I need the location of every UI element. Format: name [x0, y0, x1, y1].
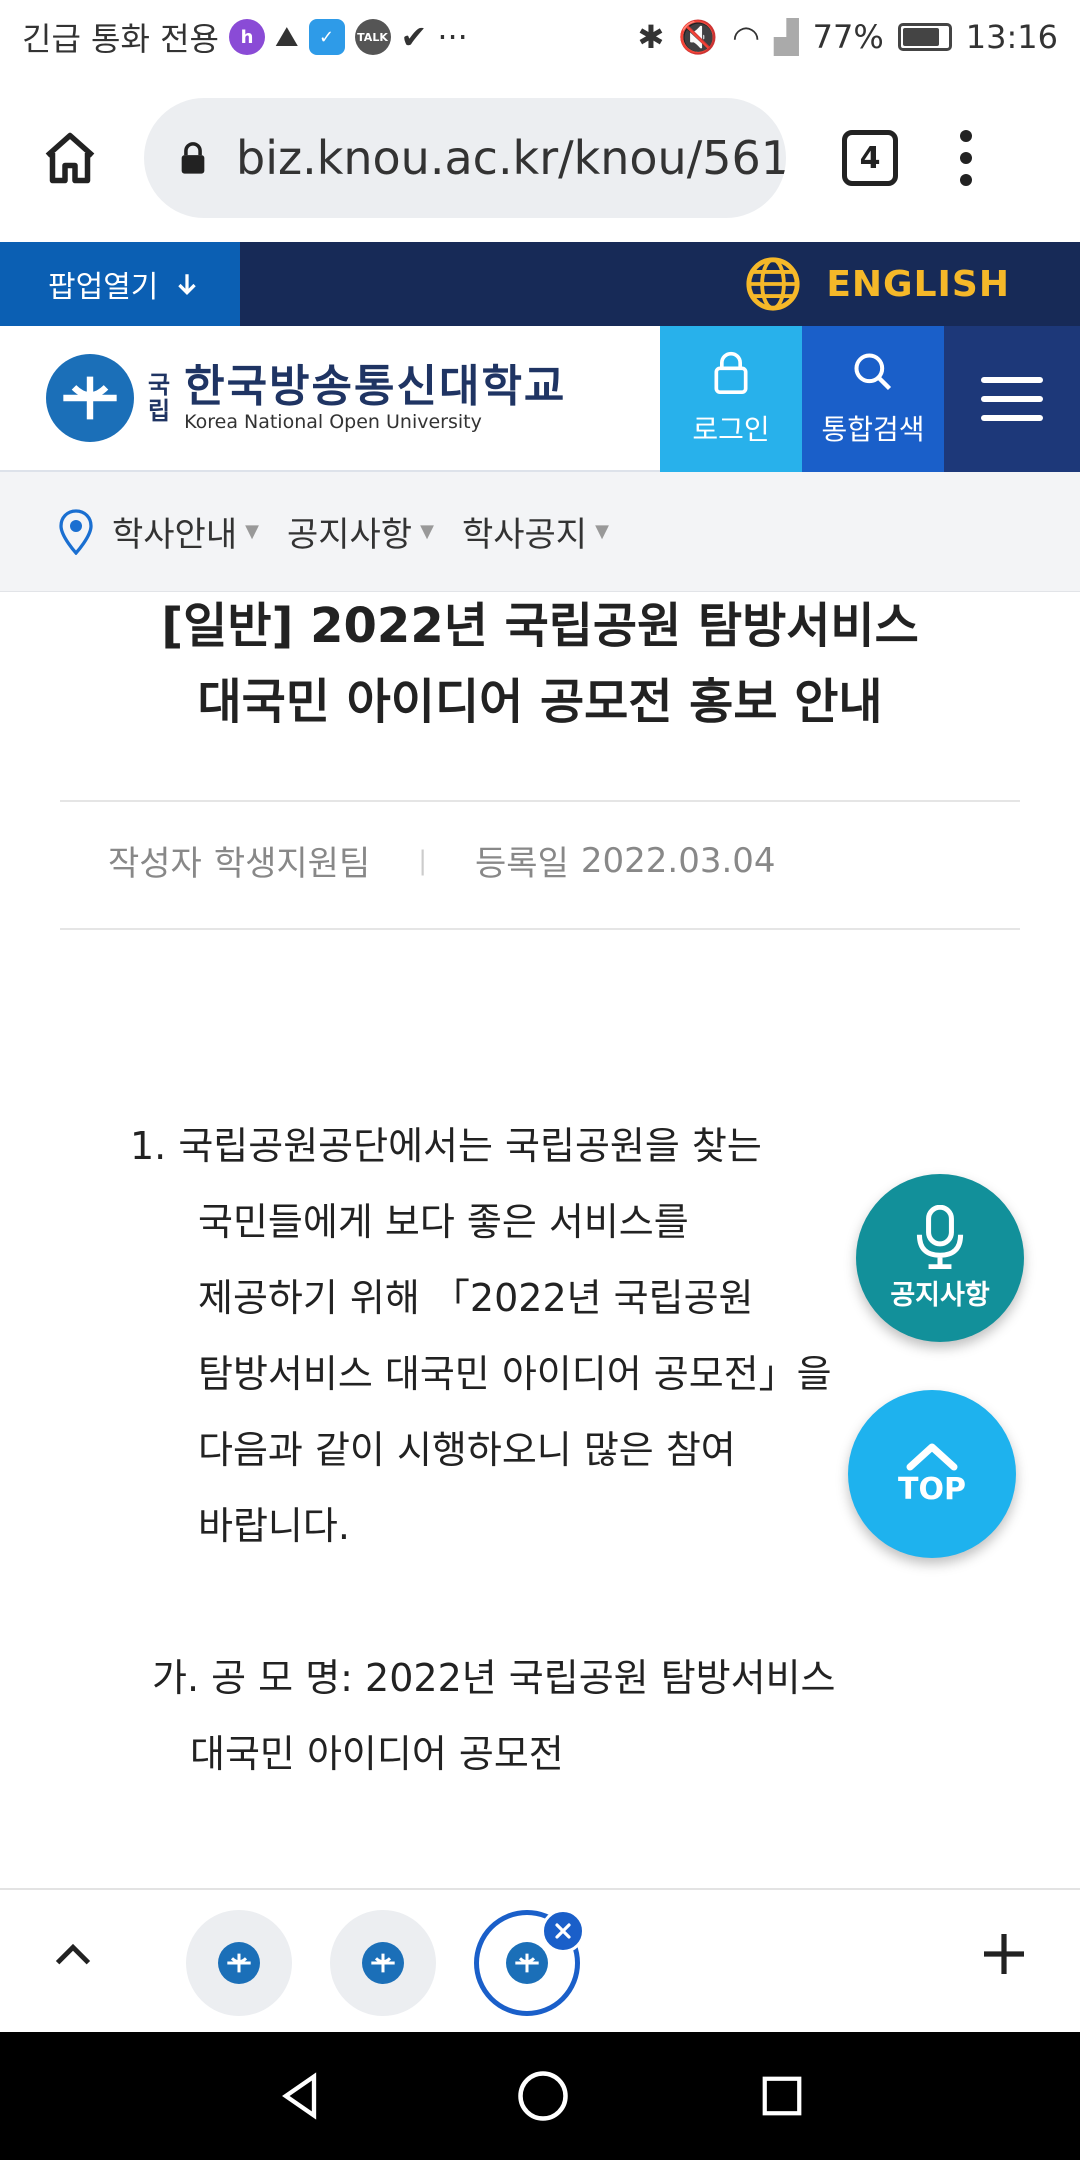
breadcrumb-item-2[interactable]: 공지사항 ▼ [287, 507, 434, 556]
bluetooth-icon: ✱ [637, 18, 665, 56]
university-logo[interactable]: 국 립 한국방송통신대학교 Korea National Open Univer… [0, 326, 660, 470]
logo-name-ko: 한국방송통신대학교 [184, 361, 567, 412]
date: 2022.03.04 [580, 840, 776, 881]
chevron-down-icon: ▼ [245, 521, 259, 542]
battery-percent: 77% [812, 18, 884, 56]
browser-tab[interactable] [186, 1910, 292, 2016]
home-nav-icon[interactable] [516, 2069, 570, 2123]
check-icon: ✔ [400, 18, 428, 56]
lock-icon [714, 351, 748, 394]
menu-button[interactable] [944, 326, 1080, 472]
hamburger-icon [981, 377, 1043, 421]
site-favicon-icon [362, 1942, 404, 1984]
login-button[interactable]: 로그인 [660, 326, 802, 472]
talk-icon: TALK [354, 19, 391, 55]
search-icon [854, 353, 892, 391]
breadcrumb: 학사안내 ▼ 공지사항 ▼ 학사공지 ▼ [0, 472, 1080, 592]
mute-icon: 🔇 [678, 18, 719, 56]
close-icon[interactable] [541, 1909, 585, 1953]
site-top-strip: 팝업열기 ENGLISH [0, 242, 1080, 326]
chevron-down-icon: ▼ [420, 521, 434, 542]
browser-menu-icon[interactable] [960, 130, 972, 186]
system-nav-bar [0, 2032, 1080, 2160]
location-pin-icon [59, 508, 93, 555]
browser-tab-strip [0, 1888, 1080, 2032]
popup-open-button[interactable]: 팝업열기 [0, 242, 240, 326]
search-label: 통합검색 [821, 413, 925, 446]
notice-fab-button[interactable]: 공지사항 [856, 1174, 1024, 1342]
english-link[interactable]: ENGLISH [744, 255, 1010, 313]
home-icon[interactable] [30, 118, 110, 198]
notice-fab-label: 공지사항 [890, 1279, 990, 1311]
site-header: 국 립 한국방송통신대학교 Korea National Open Univer… [0, 326, 1080, 472]
login-label: 로그인 [692, 413, 770, 446]
logo-guk: 국 [148, 371, 171, 399]
logo-name-en: Korea National Open University [184, 411, 482, 433]
new-tab-icon[interactable] [974, 1924, 1034, 1984]
site-favicon-icon [218, 1942, 260, 1984]
microphone-icon [916, 1204, 964, 1269]
chevron-up-icon[interactable] [48, 1930, 98, 1980]
browser-tab[interactable] [330, 1910, 436, 2016]
author: 학생지원팀 [213, 844, 371, 884]
app-notification-icon: h [228, 19, 265, 55]
scroll-top-label: TOP [898, 1471, 966, 1507]
status-bar: 긴급 통화 전용 h ⛰ ✓ TALK ✔ ··· ✱ 🔇 ◠ ▟ 77% 13… [0, 0, 1080, 74]
clock: 13:16 [965, 18, 1058, 56]
recents-icon[interactable] [759, 2073, 805, 2119]
author-label: 작성자 [108, 844, 202, 884]
arrow-down-icon [178, 274, 197, 295]
article-meta: 작성자 학생지원팀 | 등록일 2022.03.04 [108, 836, 776, 885]
breadcrumb-item-1[interactable]: 학사안내 ▼ [112, 507, 259, 556]
divider [60, 800, 1020, 802]
more-notifications-icon: ··· [437, 18, 468, 56]
article-paragraph-2: 가. 공 모 명: 2022년 국립공원 탐방서비스 대국민 아이디어 공모전 [152, 1656, 836, 1776]
globe-icon [746, 257, 800, 311]
signal-icon: ▟ [774, 18, 799, 56]
popup-open-label: 팝업열기 [48, 270, 159, 305]
address-bar[interactable]: biz.knou.ac.kr/knou/561 [144, 98, 786, 218]
breadcrumb-item-3[interactable]: 학사공지 ▼ [462, 507, 609, 556]
university-emblem-icon [46, 354, 134, 442]
browser-tab-active[interactable] [474, 1909, 585, 2016]
carrier-text: 긴급 통화 전용 [22, 20, 219, 58]
meta-separator: | [418, 845, 428, 876]
divider [60, 928, 1020, 930]
url-text: biz.knou.ac.kr/knou/561 [236, 131, 786, 185]
article-paragraph-1: 1. 국립공원공단에서는 국립공원을 찾는 국민들에게 보다 좋은 서비스를 제… [130, 1124, 832, 1548]
article-title: [일반] 2022년 국립공원 탐방서비스 대국민 아이디어 공모전 홍보 안내 [161, 598, 919, 730]
browser-toolbar: biz.knou.ac.kr/knou/561 4 [0, 74, 1080, 242]
scroll-top-button[interactable]: TOP [848, 1390, 1016, 1558]
tab-switcher-button[interactable]: 4 [842, 130, 898, 186]
shield-icon: ✓ [308, 19, 345, 55]
search-button[interactable]: 통합검색 [802, 326, 944, 472]
wifi-icon: ◠ [732, 18, 761, 56]
site-favicon-icon [506, 1942, 548, 1984]
logo-rip: 립 [148, 397, 171, 425]
battery-icon [897, 23, 952, 51]
chevron-up-icon [906, 1443, 958, 1470]
date-label: 등록일 [475, 844, 569, 884]
chevron-down-icon: ▼ [595, 521, 609, 542]
back-icon[interactable] [275, 2070, 327, 2122]
lock-icon [181, 142, 205, 174]
mountain-icon: ⛰ [274, 20, 299, 53]
english-label: ENGLISH [826, 263, 1010, 305]
